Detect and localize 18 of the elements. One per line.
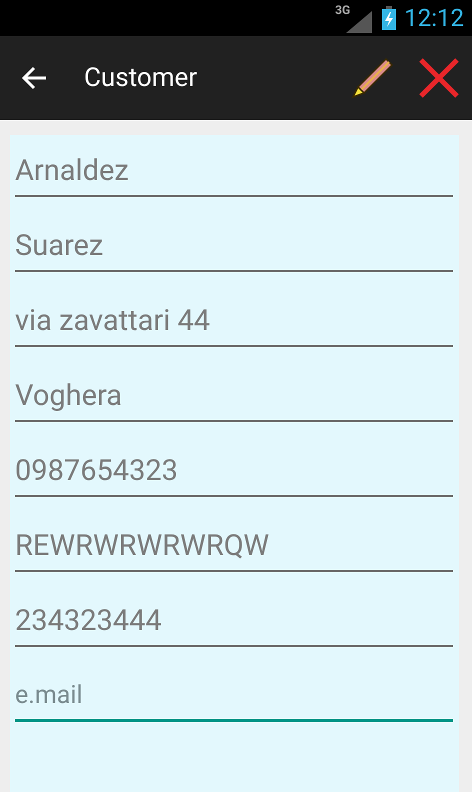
close-button[interactable] <box>418 57 460 99</box>
battery-icon <box>382 6 396 30</box>
network-type: 3G <box>335 3 350 17</box>
back-button[interactable] <box>22 66 48 90</box>
input-field[interactable]: REWRWRWRWRQW <box>15 518 453 572</box>
screen-title: Customer <box>84 63 198 93</box>
back-arrow-icon <box>22 66 48 90</box>
input-field[interactable]: Voghera <box>15 368 453 422</box>
input-field[interactable]: e.mail <box>15 668 453 722</box>
clock: 12:12 <box>404 4 464 32</box>
input-field[interactable]: via zavattari 44 <box>15 293 453 347</box>
close-icon <box>418 57 460 99</box>
input-field[interactable]: 0987654323 <box>15 443 453 497</box>
edit-button[interactable] <box>350 57 394 99</box>
input-field[interactable]: Suarez <box>15 218 453 272</box>
input-field[interactable]: Arnaldez <box>15 143 453 197</box>
input-field[interactable]: 234323444 <box>15 593 453 647</box>
pencil-icon <box>350 57 394 99</box>
